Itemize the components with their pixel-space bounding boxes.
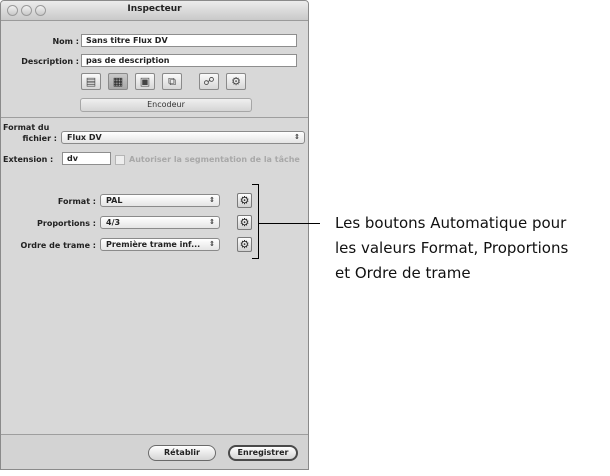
callout-bracket (252, 184, 259, 259)
geometry-tab-button[interactable]: ⧉ (162, 73, 182, 90)
extension-label: Extension : (3, 155, 54, 164)
proportions-value: 4/3 (106, 218, 121, 227)
popup-arrows-icon: ⇕ (209, 196, 215, 204)
geometry-icon: ⧉ (168, 75, 176, 88)
segmentation-label: Autoriser la segmentation de la tâche (129, 155, 300, 164)
proportions-label: Proportions : (37, 219, 96, 228)
proportions-auto-button[interactable]: ⚙ (237, 215, 252, 230)
popup-arrows-icon: ⇕ (294, 133, 300, 141)
callout-line-3: et Ordre de trame (335, 264, 471, 282)
retablir-button[interactable]: Rétablir (148, 445, 216, 461)
gear-icon: ⚙ (239, 194, 250, 207)
encoder-tab-button[interactable]: ▦ (108, 73, 128, 90)
gear-icon: ⚙ (239, 238, 250, 251)
format-auto-button[interactable]: ⚙ (237, 193, 252, 208)
format-fichier-popup[interactable]: Flux DV ⇕ (61, 131, 305, 144)
actions-icon: ☍ (203, 75, 215, 88)
gear-icon: ⚙ (239, 216, 250, 229)
description-label: Description : (21, 57, 79, 66)
filters-tab-button[interactable]: ▣ (135, 73, 155, 90)
extension-field[interactable]: dv (62, 152, 111, 165)
ordre-trame-value: Première trame inf... (106, 240, 201, 249)
ordre-trame-popup[interactable]: Première trame inf... ⇕ (100, 238, 220, 251)
format-popup[interactable]: PAL ⇕ (100, 194, 220, 207)
title-bar[interactable]: Inspecteur (1, 1, 308, 21)
format-value: PAL (106, 196, 123, 205)
filters-icon: ▣ (139, 75, 151, 88)
callout-leader-line (259, 223, 320, 224)
format-fichier-value: Flux DV (67, 133, 102, 142)
settings-icon: ⚙ (231, 75, 241, 88)
inspector-window: Inspecteur Nom : Sans titre Flux DV Desc… (0, 0, 309, 470)
callout-line-2: les valeurs Format, Proportions (335, 239, 569, 257)
actions-tab-button[interactable]: ☍ (199, 73, 219, 90)
callout-line-1: Les boutons Automatique pour (335, 214, 567, 232)
summary-icon: ▤ (85, 75, 97, 88)
description-field[interactable]: pas de description (81, 54, 297, 67)
popup-arrows-icon: ⇕ (209, 240, 215, 248)
window-title: Inspecteur (127, 4, 182, 14)
encoder-icon: ▦ (112, 75, 124, 88)
segmentation-checkbox[interactable] (115, 155, 125, 165)
pane-title: Encodeur (80, 98, 252, 112)
format-fichier-label-2: fichier : (22, 134, 57, 143)
ordre-trame-auto-button[interactable]: ⚙ (237, 237, 252, 252)
nom-label: Nom : (52, 37, 79, 46)
enregistrer-button[interactable]: Enregistrer (228, 445, 298, 461)
divider (1, 117, 308, 118)
format-fichier-label-1: Format du (3, 123, 50, 132)
nom-field[interactable]: Sans titre Flux DV (81, 34, 297, 47)
popup-arrows-icon: ⇕ (209, 218, 215, 226)
callout-text: Les boutons Automatique pour les valeurs… (335, 211, 605, 286)
ordre-trame-label: Ordre de trame : (20, 241, 96, 250)
summary-tab-button[interactable]: ▤ (81, 73, 101, 90)
settings-tab-button[interactable]: ⚙ (226, 73, 246, 90)
format-label: Format : (57, 197, 96, 206)
proportions-popup[interactable]: 4/3 ⇕ (100, 216, 220, 229)
